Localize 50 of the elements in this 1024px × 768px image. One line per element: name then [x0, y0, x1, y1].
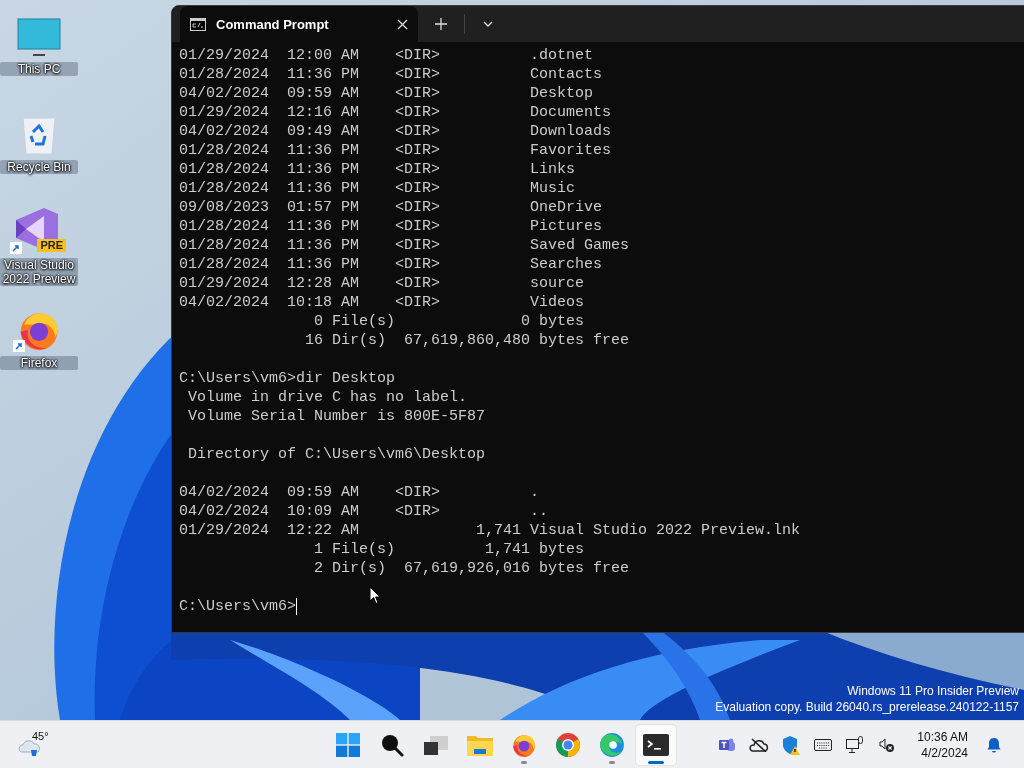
desktop-icon-label[interactable]: Visual Studio 2022 Preview — [0, 258, 78, 286]
terminal-line: Volume in drive C has no label. — [187, 388, 469, 407]
terminal-line: C:\Users\vm6> — [179, 597, 297, 616]
edge-icon — [599, 731, 625, 758]
terminal-line: 0 File(s) 0 bytes — [313, 312, 586, 331]
terminal-line: 01/28/2024 11:36 PM <DIR> Pictures — [179, 217, 604, 236]
terminal-line: 04/02/2024 10:18 AM <DIR> Videos — [179, 293, 586, 312]
terminal-line: 04/02/2024 10:09 AM <DIR> .. — [179, 502, 550, 521]
monitor-icon — [17, 18, 61, 58]
terminal-line: 01/28/2024 11:36 PM <DIR> Searches — [179, 255, 604, 274]
terminal-line: 01/28/2024 11:36 PM <DIR> Saved Games — [179, 236, 631, 255]
close-icon[interactable] — [397, 18, 408, 30]
command-prompt-icon — [190, 17, 206, 31]
terminal-line: 1 File(s) 1,741 bytes — [313, 540, 586, 559]
terminal-line: 04/02/2024 09:49 AM <DIR> Downloads — [179, 122, 613, 141]
taskbar-app-button[interactable] — [636, 724, 676, 765]
terminal-line: 01/29/2024 12:00 AM <DIR> .dotnet — [179, 46, 595, 65]
terminal-line: 01/28/2024 11:36 PM <DIR> Favorites — [179, 141, 613, 160]
terminal-line: 01/29/2024 12:28 AM <DIR> source — [179, 274, 586, 293]
terminal-line: 01/28/2024 11:36 PM <DIR> Links — [179, 160, 577, 179]
terminal-line: 01/29/2024 12:16 AM <DIR> Documents — [179, 103, 613, 122]
preview-badge: PRE — [37, 239, 66, 252]
terminal-line: Volume Serial Number is 800E-5F87 — [187, 407, 487, 426]
terminal-line: 01/29/2024 12:22 AM 1,741 Visual Studio 2022 Preview.lnk — [179, 521, 802, 540]
chrome-icon — [555, 731, 581, 758]
terminal-line: 16 Dir(s) 67,619,860,480 bytes free — [304, 331, 631, 350]
terminal-tab[interactable]: Command Prompt — [180, 6, 418, 42]
desktop-icon-label[interactable]: This PC — [0, 62, 78, 76]
mouse-pointer-icon — [369, 586, 381, 605]
terminal-line: 2 Dir(s) 67,619,926,016 bytes free — [313, 559, 631, 578]
plus-icon — [435, 18, 447, 30]
terminal-icon — [643, 733, 669, 756]
search-icon — [380, 732, 404, 757]
temperature[interactable]: 45° — [31, 729, 50, 742]
clock[interactable]: 10:36 AM 4/2/2024 — [917, 728, 968, 761]
folder-icon — [467, 733, 493, 756]
windows-logo-icon — [336, 732, 360, 757]
desktop-icon-label[interactable]: Firefox — [0, 356, 78, 370]
terminal-line: 04/02/2024 09:59 AM <DIR> Desktop — [179, 84, 595, 103]
task-view-icon — [424, 733, 448, 756]
desktop-icon-label[interactable]: Recycle Bin — [0, 160, 78, 174]
terminal-line: Directory of C:\Users\vm6\Desktop — [187, 445, 487, 464]
terminal-line: 04/02/2024 09:59 AM <DIR> . — [179, 483, 541, 502]
build-notice: Evaluation copy. Build 26040.rs_prerelease.240122-1157 — [715, 699, 1019, 715]
build-notice: Windows 11 Pro Insider Preview — [847, 683, 1019, 699]
chevron-down-icon — [483, 21, 493, 27]
terminal-line: C:\Users\vm6>dir Desktop — [179, 369, 397, 388]
terminal-line: 01/28/2024 11:36 PM <DIR> Contacts — [179, 65, 604, 84]
terminal-line: 01/28/2024 11:36 PM <DIR> Music — [179, 179, 577, 198]
terminal-line: 09/08/2023 01:57 PM <DIR> OneDrive — [179, 198, 604, 217]
